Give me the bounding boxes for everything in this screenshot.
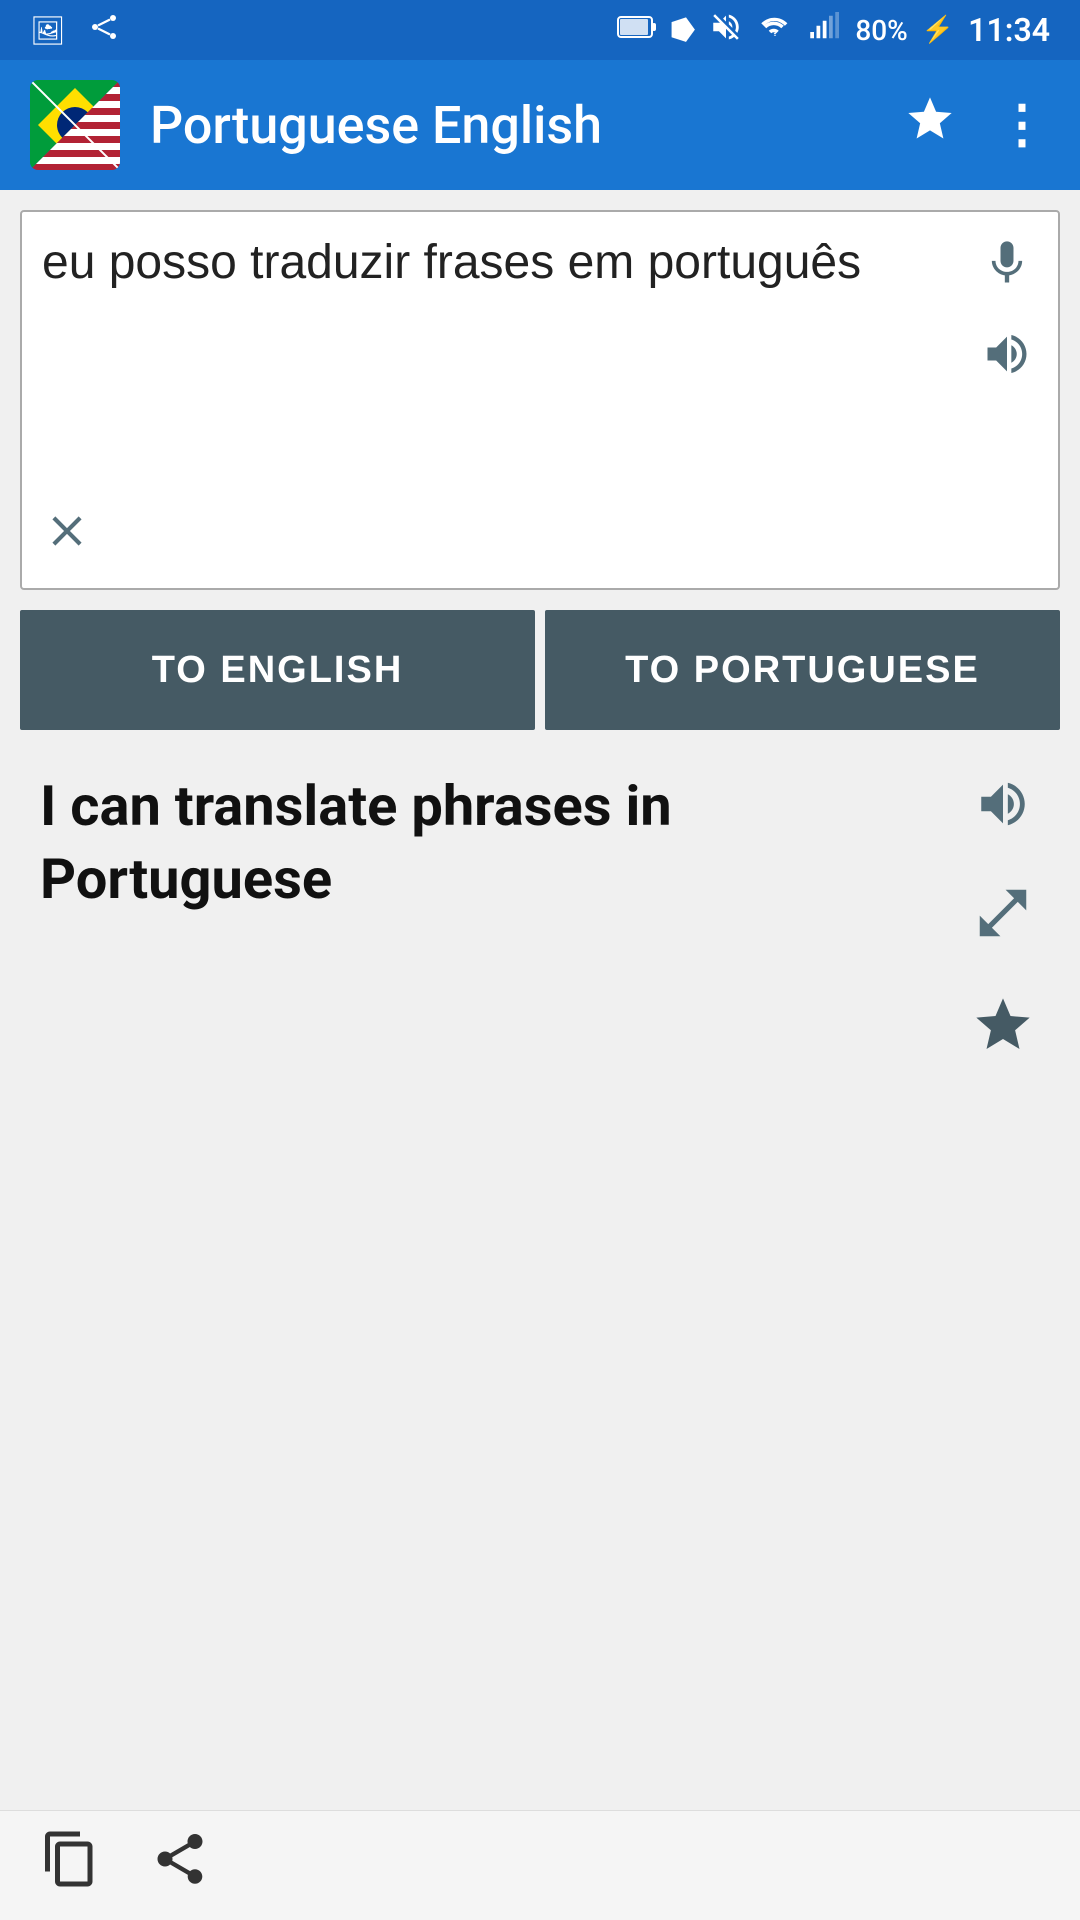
- status-bar-left: 🖼: [30, 9, 122, 51]
- share-button[interactable]: [150, 1829, 210, 1902]
- mute-icon: [709, 10, 743, 51]
- favorite-button[interactable]: [904, 93, 956, 157]
- battery-icon: [617, 13, 657, 48]
- network-icon: [86, 9, 122, 51]
- favorite-result-button[interactable]: [966, 988, 1040, 1071]
- speaker-button-input[interactable]: [976, 323, 1038, 394]
- copy-button[interactable]: [40, 1829, 100, 1902]
- expand-button[interactable]: [967, 877, 1039, 958]
- battery-status-icon: ⚡: [922, 15, 954, 45]
- result-row: I can translate phrases in Portuguese: [40, 770, 1040, 1071]
- app-bar: Portuguese English ⋮: [0, 60, 1080, 190]
- app-title: Portuguese English: [150, 95, 874, 156]
- clear-button[interactable]: [42, 506, 92, 568]
- battery-percent: 80%: [855, 14, 907, 47]
- microphone-button[interactable]: [976, 232, 1038, 303]
- wifi-icon: [757, 12, 793, 49]
- input-area: [20, 210, 1060, 590]
- speaker-button-result[interactable]: [969, 770, 1037, 847]
- bluetooth-icon: ⭓: [671, 14, 695, 47]
- input-row: [42, 232, 1038, 419]
- signal-icon: [807, 12, 841, 49]
- to-portuguese-button[interactable]: TO PORTUGUESE: [545, 610, 1060, 730]
- translate-buttons: TO ENGLISH TO PORTUGUESE: [20, 610, 1060, 730]
- photo-icon: 🖼: [30, 14, 66, 47]
- source-text-input[interactable]: [42, 232, 966, 419]
- to-english-button[interactable]: TO ENGLISH: [20, 610, 535, 730]
- input-icons: [976, 232, 1038, 394]
- app-logo: [30, 80, 120, 170]
- status-bar: 🖼 ⭓: [0, 0, 1080, 60]
- time-display: 11:34: [968, 11, 1050, 49]
- more-options-button[interactable]: ⋮: [996, 95, 1050, 155]
- bottom-bar: [0, 1810, 1080, 1920]
- result-icons: [966, 770, 1040, 1071]
- app-bar-actions: ⋮: [904, 93, 1050, 157]
- result-area: I can translate phrases in Portuguese: [20, 750, 1060, 1091]
- translated-text: I can translate phrases in Portuguese: [40, 770, 956, 916]
- status-bar-right: ⭓ 80% ⚡ 11:34: [617, 10, 1050, 51]
